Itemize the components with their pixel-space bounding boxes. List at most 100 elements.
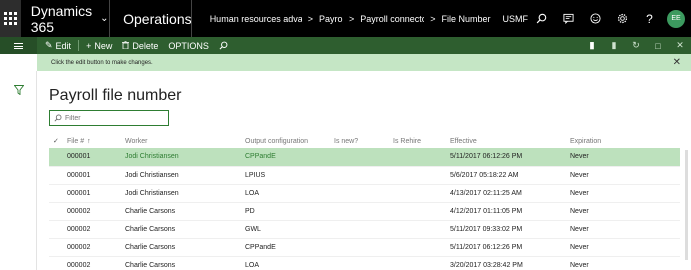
filter-box[interactable] [49,110,169,126]
paperclip-icon: ▮ [611,40,617,50]
breadcrumb-item[interactable]: Payrol [319,14,343,24]
breadcrumb-item[interactable]: Human resources advanc [210,14,302,24]
help-icon: ? [646,11,653,26]
close-message-button[interactable]: ✕ [673,57,681,68]
chevron-down-icon: ⌄ [100,13,109,24]
cell-is-rehire [393,148,450,167]
cell-worker[interactable]: Charlie Carsons [125,238,245,257]
close-icon: ✕ [676,40,684,50]
vertical-scrollbar[interactable] [685,150,688,260]
column-header-worker[interactable]: Worker [125,134,245,148]
navigation-menu-button[interactable] [0,37,37,54]
refresh-button[interactable]: ↻ [625,40,647,51]
cell-is-rehire [393,238,450,257]
top-nav-bar: Dynamics 365 ⌄ Operations Human resource… [0,0,691,37]
close-page-button[interactable]: ✕ [669,40,691,51]
column-header-effective[interactable]: Effective [450,134,570,148]
payroll-file-grid: ✓ File # ↑ Worker Output configuration Is… [49,134,680,270]
cell-worker[interactable]: Charlie Carsons [125,220,245,239]
cell-worker[interactable]: Jodi Christiansen [125,166,245,185]
cell-is-new [334,202,393,221]
cell-output[interactable]: PD [245,202,334,221]
cell-output[interactable]: CPPandE [245,238,334,257]
new-button[interactable]: + New [81,41,117,51]
column-header-output-configuration[interactable]: Output configuration [245,134,334,148]
avatar[interactable]: EE [667,9,685,28]
cell-worker[interactable]: Charlie Carsons [125,256,245,270]
feedback-button[interactable] [582,0,609,37]
module-name[interactable]: Operations [109,11,191,27]
cell-output-link[interactable]: CPPandE [245,148,334,167]
cell-expiration: Never [570,256,680,270]
messages-button[interactable] [555,0,582,37]
cell-output[interactable]: LOA [245,184,334,203]
column-header-file[interactable]: File # ↑ [67,134,125,148]
cell-worker[interactable]: Charlie Carsons [125,202,245,221]
edit-button[interactable]: ✎ Edit [37,40,76,51]
settings-button[interactable] [609,0,636,37]
filter-input[interactable] [65,114,165,122]
chevron-right-icon: > [307,13,313,24]
cell-effective: 3/20/2017 03:28:42 PM [450,256,570,270]
open-new-window-button[interactable]: □ [647,41,669,51]
table-row[interactable]: 000001 Jodi Christiansen LPIUS 5/6/2017 … [49,166,680,185]
attachments-button[interactable]: ▮ [603,40,625,51]
delete-button[interactable]: Delete [117,40,163,51]
brand-label: Dynamics 365 [30,2,93,35]
cell-worker-link[interactable]: Jodi Christiansen [125,148,245,167]
row-selector[interactable] [49,166,67,185]
table-row[interactable]: 000001 Jodi Christiansen CPPandE 5/11/20… [49,148,680,167]
company-picker[interactable]: USMF [503,14,529,24]
cell-effective: 5/6/2017 05:18:22 AM [450,166,570,185]
select-all-checkbox[interactable]: ✓ [49,134,67,148]
cell-expiration: Never [570,184,680,203]
brand-menu[interactable]: Dynamics 365 ⌄ [21,3,109,35]
column-header-is-rehire[interactable]: Is Rehire [393,134,450,148]
cell-file: 000001 [67,166,125,185]
table-row[interactable]: 000002 Charlie Carsons PD 4/12/2017 01:1… [49,202,680,221]
cell-effective: 5/11/2017 09:33:02 PM [450,220,570,239]
cell-file: 000002 [67,238,125,257]
table-row[interactable]: 000002 Charlie Carsons CPPandE 5/11/2017… [49,238,680,257]
cell-worker[interactable]: Jodi Christiansen [125,184,245,203]
column-header-expiration[interactable]: Expiration [570,134,680,148]
table-row[interactable]: 000002 Charlie Carsons LOA 3/20/2017 03:… [49,256,680,270]
row-selector[interactable] [49,220,67,239]
hamburger-icon [14,42,23,49]
breadcrumb-item[interactable]: File Number [441,14,490,24]
cell-is-rehire [393,202,450,221]
breadcrumb-item[interactable]: Payroll connectc [360,14,424,24]
action-search-button[interactable] [214,41,233,50]
page-title: Payroll file number [49,87,182,104]
cell-file: 000002 [67,202,125,221]
options-tab[interactable]: OPTIONS [163,41,214,51]
column-header-is-new[interactable]: Is new? [334,134,393,148]
row-selector[interactable] [49,256,67,270]
trash-icon [122,40,130,51]
row-selector[interactable] [49,148,67,167]
cell-output[interactable]: LOA [245,256,334,270]
cell-file: 000001 [67,148,125,167]
search-icon [54,114,62,122]
table-row[interactable]: 000001 Jodi Christiansen LOA 4/13/2017 0… [49,184,680,203]
action-pane-right-icons: ▮ ▮ ↻ □ ✕ [581,40,691,51]
cell-effective: 5/11/2017 06:12:26 PM [450,148,570,167]
cell-output[interactable]: GWL [245,220,334,239]
row-selector[interactable] [49,184,67,203]
cell-output[interactable]: LPIUS [245,166,334,185]
cell-is-rehire [393,220,450,239]
cell-file: 000002 [67,220,125,239]
cell-is-new [334,238,393,257]
app-launcher-button[interactable] [0,0,21,37]
row-selector[interactable] [49,202,67,221]
table-row[interactable]: 000002 Charlie Carsons GWL 5/11/2017 09:… [49,220,680,239]
office-button[interactable]: ▮ [581,40,603,51]
row-selector[interactable] [49,238,67,257]
help-button[interactable]: ? [636,0,663,37]
cell-is-rehire [393,256,450,270]
cell-expiration: Never [570,148,680,167]
chevron-right-icon: > [348,13,355,24]
divider [78,40,80,51]
funnel-icon[interactable] [14,85,24,95]
search-button[interactable] [528,0,555,37]
